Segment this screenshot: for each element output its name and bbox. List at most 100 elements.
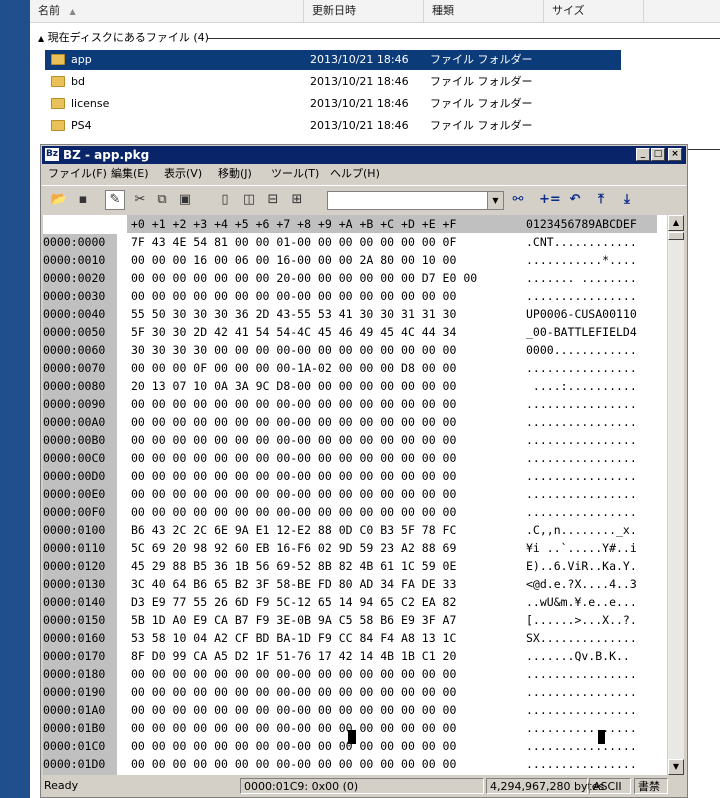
- hex-bytes: 00 00 00 16 00 06 00 16-00 00 00 2A 80 0…: [131, 253, 457, 267]
- ascii-text: ....:..........: [526, 379, 637, 393]
- column-modified-label: 更新日時: [312, 4, 356, 17]
- column-type[interactable]: 種類: [424, 0, 544, 22]
- ascii-text: SX..............: [526, 631, 637, 645]
- hex-address: 0000:0120: [43, 559, 106, 573]
- ascii-text: .C,,n........_x.: [526, 523, 637, 537]
- minimize-button[interactable]: _: [636, 148, 650, 161]
- view-single-icon[interactable]: ▯: [215, 190, 235, 210]
- hex-bytes: 3C 40 64 B6 65 B2 3F 58-BE FD 80 AD 34 F…: [131, 577, 457, 591]
- column-size-label: サイズ: [552, 4, 585, 17]
- hex-bytes: 00 00 00 00 00 00 00 00-00 00 00 00 00 0…: [131, 505, 457, 519]
- bz-window: Bz BZ - app.pkg _ □ × ファイル(F) 編集(E) 表示(V…: [40, 144, 688, 798]
- hex-bytes: 00 00 00 00 00 00 00 00-00 00 00 00 00 0…: [131, 685, 457, 699]
- hex-address: 0000:0130: [43, 577, 106, 591]
- column-name[interactable]: 名前 ▲: [30, 0, 304, 22]
- status-size: 4,294,967,280 bytes: [486, 778, 604, 794]
- column-type-label: 種類: [432, 4, 454, 17]
- menu-edit[interactable]: 編集(E): [111, 165, 149, 182]
- chevron-down-icon[interactable]: ▼: [487, 192, 503, 209]
- hex-bytes: 00 00 00 00 00 00 00 00-00 00 00 00 00 0…: [131, 667, 457, 681]
- file-row-app[interactable]: app 2013/10/21 18:46 ファイル フォルダー: [45, 50, 621, 70]
- scroll-thumb[interactable]: [668, 232, 684, 240]
- undo-icon[interactable]: ↶: [565, 190, 585, 210]
- status-bar: Ready 0000:01C9: 0x00 (0) 4,294,967,280 …: [42, 777, 686, 795]
- folder-icon: [51, 54, 65, 65]
- find-binoculars-icon[interactable]: ⚯: [508, 190, 528, 210]
- menu-move[interactable]: 移動(J): [218, 165, 252, 182]
- hex-address: 0000:0030: [43, 289, 106, 303]
- hex-address: 0000:0010: [43, 253, 106, 267]
- ascii-text: ................: [526, 721, 637, 735]
- cut-icon[interactable]: ✂: [130, 190, 150, 210]
- hex-address: 0000:0150: [43, 613, 106, 627]
- menu-view[interactable]: 表示(V): [164, 165, 202, 182]
- ascii-cursor: [598, 730, 605, 744]
- hex-address: 0000:0110: [43, 541, 106, 555]
- hex-header: +0 +1 +2 +3 +4 +5 +6 +7 +8 +9 +A +B +C +…: [43, 215, 667, 233]
- close-button[interactable]: ×: [668, 148, 682, 161]
- scroll-down-button[interactable]: ▼: [668, 759, 684, 775]
- ascii-text: ¥i ..`.....Y#..i: [526, 541, 637, 555]
- column-size[interactable]: サイズ: [544, 0, 644, 22]
- file-type: ファイル フォルダー: [430, 75, 533, 88]
- view-split-vertical-icon[interactable]: ◫: [239, 190, 259, 210]
- hex-bytes: 5C 69 20 98 92 60 EB 16-F6 02 9D 59 23 A…: [131, 541, 457, 555]
- copy-icon[interactable]: ⧉: [152, 190, 172, 210]
- title-bar[interactable]: Bz BZ - app.pkg _ □ ×: [42, 146, 686, 164]
- file-row-license[interactable]: license 2013/10/21 18:46 ファイル フォルダー: [45, 94, 621, 114]
- view-compare-icon[interactable]: ⊞: [287, 190, 307, 210]
- hex-bytes: 00 00 00 00 00 00 00 00-00 00 00 00 00 0…: [131, 721, 457, 735]
- hex-address: 0000:0090: [43, 397, 106, 411]
- hex-address: 0000:0180: [43, 667, 106, 681]
- file-type: ファイル フォルダー: [430, 53, 533, 66]
- hex-view[interactable]: +0 +1 +2 +3 +4 +5 +6 +7 +8 +9 +A +B +C +…: [43, 215, 667, 775]
- column-modified[interactable]: 更新日時: [304, 0, 424, 22]
- ascii-text: ...........*....: [526, 253, 637, 267]
- hex-address: 0000:0070: [43, 361, 106, 375]
- readonly-toggle-icon[interactable]: ✎: [105, 190, 125, 210]
- hex-address: 0000:01C0: [43, 739, 106, 753]
- group-divider: [208, 38, 720, 39]
- vertical-scrollbar[interactable]: ▲ ▼: [668, 215, 684, 775]
- hex-bytes: 00 00 00 00 00 00 00 00-00 00 00 00 00 0…: [131, 289, 457, 303]
- hex-bytes: 7F 43 4E 54 81 00 00 01-00 00 00 00 00 0…: [131, 235, 457, 249]
- collapse-icon[interactable]: ▲: [38, 34, 44, 43]
- hex-address: 0000:00A0: [43, 415, 106, 429]
- menu-tools[interactable]: ツール(T): [271, 165, 319, 182]
- hex-address: 0000:0160: [43, 631, 106, 645]
- desktop-left-edge: [0, 0, 30, 798]
- open-folder-icon[interactable]: 📂: [49, 190, 69, 210]
- column-header: 名前 ▲ 更新日時 種類 サイズ: [30, 0, 720, 23]
- file-row-bd[interactable]: bd 2013/10/21 18:46 ファイル フォルダー: [45, 72, 621, 92]
- jump-top-icon[interactable]: ⤒: [591, 190, 611, 210]
- download-icon[interactable]: ⤓: [617, 190, 637, 210]
- hex-offset-header: +0 +1 +2 +3 +4 +5 +6 +7 +8 +9 +A +B +C +…: [131, 217, 457, 231]
- ascii-text: ................: [526, 757, 637, 771]
- paste-icon[interactable]: ▣: [175, 190, 195, 210]
- save-icon[interactable]: ▪: [73, 190, 93, 210]
- window-title: BZ - app.pkg: [63, 148, 150, 162]
- menu-file[interactable]: ファイル(F): [48, 165, 107, 182]
- ascii-text: ..wU&m.¥.e..e...: [526, 595, 637, 609]
- folder-icon: [51, 76, 65, 87]
- folder-icon: [51, 120, 65, 131]
- ascii-text: ................: [526, 703, 637, 717]
- ascii-offset-header: 0123456789ABCDEF: [526, 217, 637, 231]
- hex-address: 0000:01D0: [43, 757, 106, 771]
- ascii-text: ................: [526, 685, 637, 699]
- hex-bytes: 00 00 00 00 00 00 00 00-00 00 00 00 00 0…: [131, 487, 457, 501]
- view-split-horizontal-icon[interactable]: ⊟: [263, 190, 283, 210]
- menu-help[interactable]: ヘルプ(H): [330, 165, 380, 182]
- search-combo[interactable]: ▼: [327, 191, 504, 210]
- maximize-button[interactable]: □: [651, 148, 665, 161]
- scroll-up-button[interactable]: ▲: [668, 215, 684, 231]
- file-name: app: [71, 53, 92, 66]
- hex-address: 0000:0190: [43, 685, 106, 699]
- add-assign-icon[interactable]: +=: [539, 190, 561, 210]
- file-row-ps4[interactable]: PS4 2013/10/21 18:46 ファイル フォルダー: [45, 116, 621, 136]
- ascii-text: ....... ........: [526, 271, 637, 285]
- group-header[interactable]: ▲ 現在ディスクにあるファイル (4): [38, 30, 720, 46]
- column-name-label: 名前: [38, 4, 60, 17]
- ascii-text: ................: [526, 487, 637, 501]
- menu-bar: ファイル(F) 編集(E) 表示(V) 移動(J) ツール(T) ヘルプ(H): [42, 165, 686, 182]
